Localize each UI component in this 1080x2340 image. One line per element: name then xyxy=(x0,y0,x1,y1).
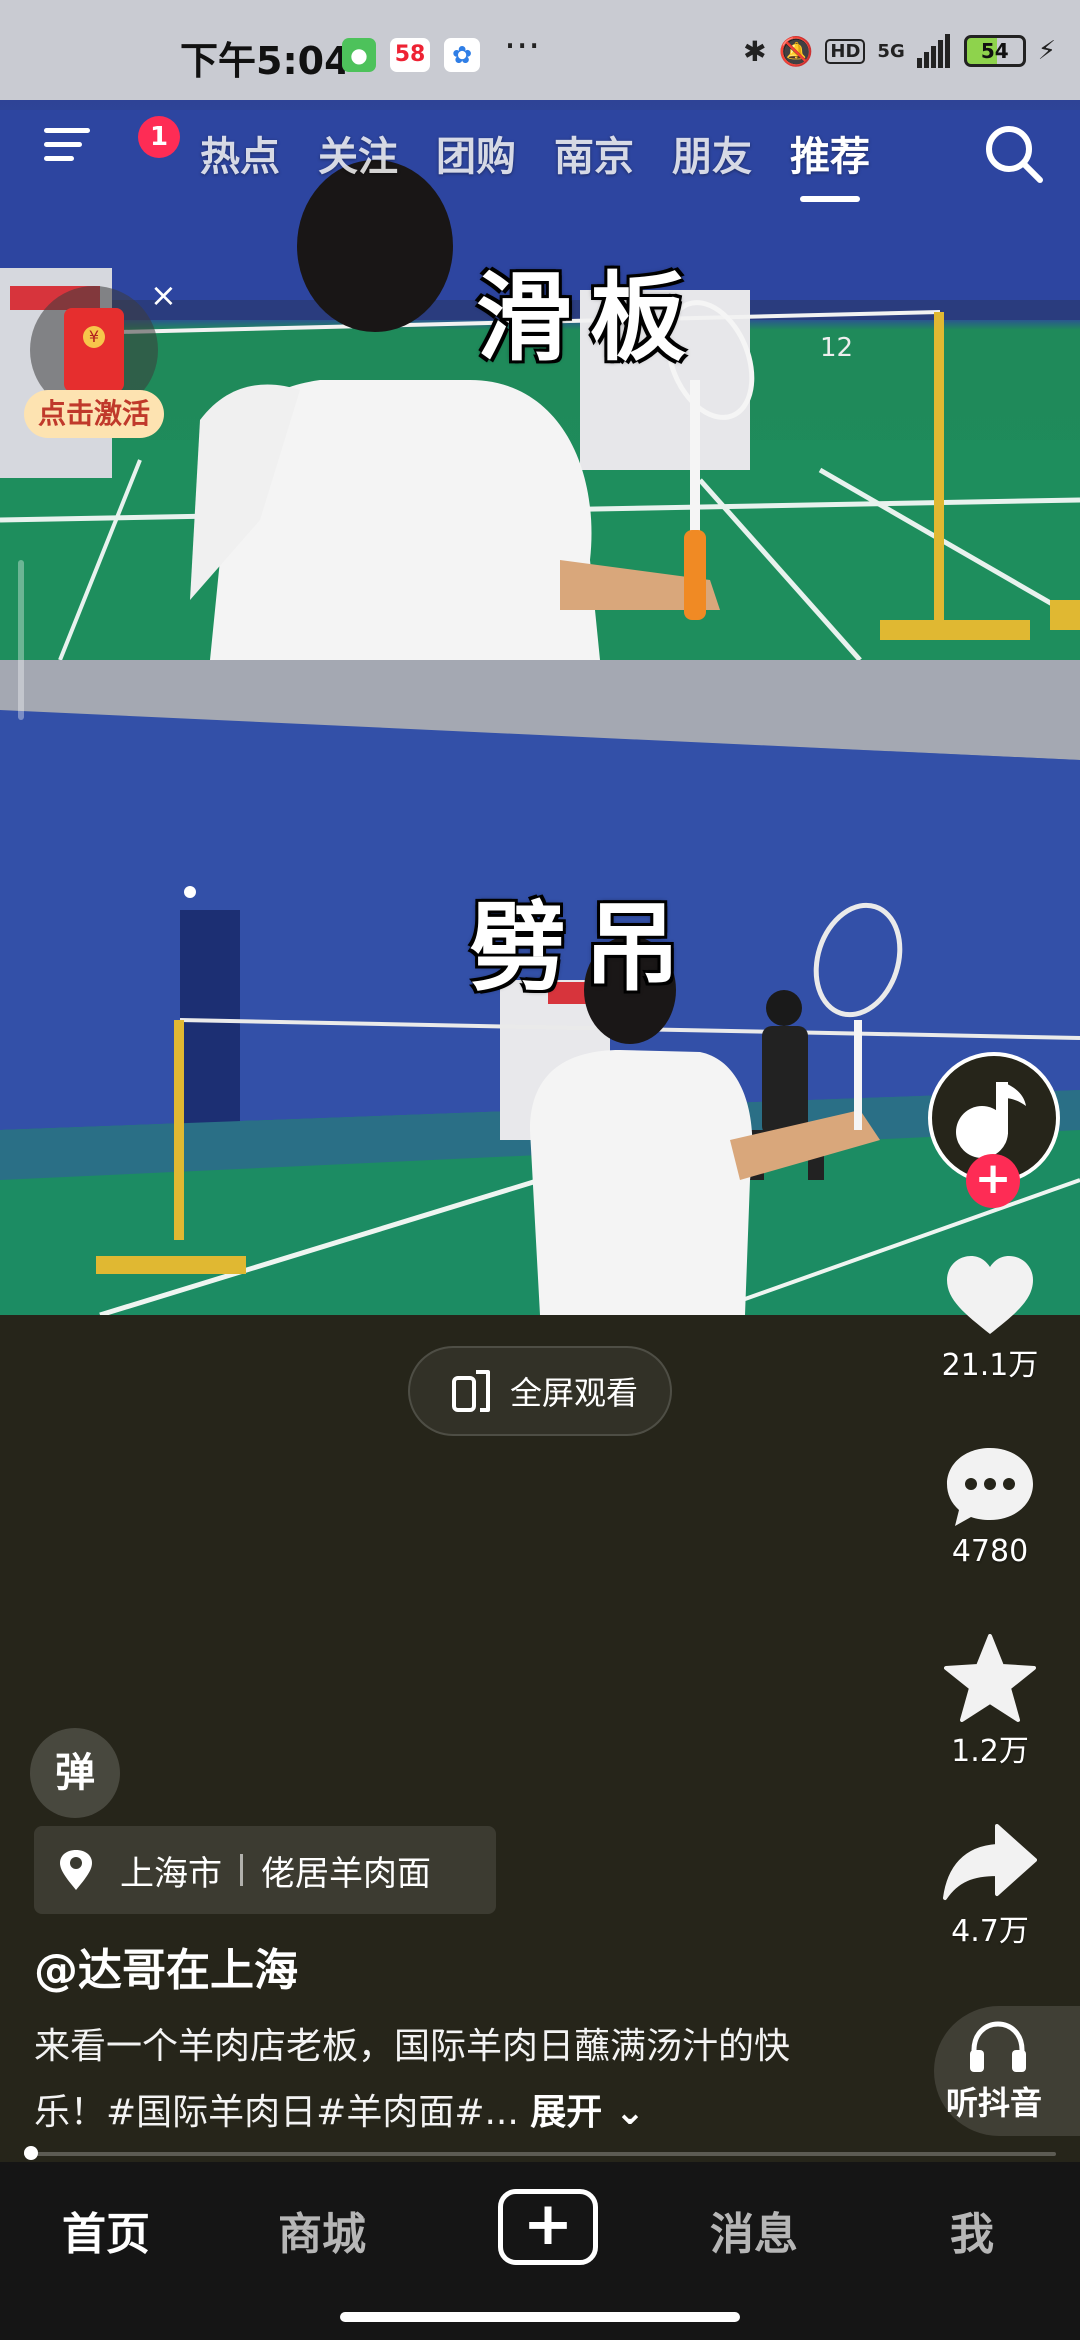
video-progress-bar[interactable] xyxy=(24,2152,1056,2156)
search-icon[interactable] xyxy=(980,120,1048,188)
top-nav: 1 热点 关注 团购 南京 朋友 推荐 xyxy=(0,110,1080,202)
favorite-group[interactable]: 1.2万 xyxy=(920,1634,1060,1770)
location-pin-icon xyxy=(60,1850,92,1890)
feed-tabs: 热点 关注 团购 南京 朋友 推荐 xyxy=(200,124,870,202)
comment-count: 4780 xyxy=(951,1534,1029,1569)
nav-me[interactable]: 我 xyxy=(950,2198,994,2262)
fullscreen-button[interactable]: 全屏观看 xyxy=(408,1346,672,1436)
status-bar: 下午5:04 ● 58 ✿ ··· ✱ 🔕 HD 5G 54 ⚡ xyxy=(0,0,1080,100)
nav-messages[interactable]: 消息 xyxy=(710,2198,798,2262)
svg-text:12: 12 xyxy=(820,333,853,363)
hd-icon: HD xyxy=(825,38,866,64)
description-text: 来看一个羊肉店老板，国际羊肉日蘸满汤汁的快乐！#国际羊肉日#羊肉面#... xyxy=(34,2026,791,2133)
rotate-screen-icon xyxy=(452,1370,490,1412)
fullscreen-label: 全屏观看 xyxy=(510,1374,639,1412)
menu-badge: 1 xyxy=(138,116,180,158)
red-packet-label[interactable]: 点击激活 xyxy=(24,390,164,438)
nav-home[interactable]: 首页 xyxy=(62,2198,150,2262)
location-tag[interactable]: 上海市 佬居羊肉面 xyxy=(34,1826,496,1914)
menu-button[interactable]: 1 xyxy=(44,116,180,178)
location-city: 上海市 xyxy=(120,1853,222,1894)
video-progress-handle[interactable] xyxy=(24,2146,38,2160)
cloud-app-icon: ✿ xyxy=(444,38,480,72)
bluetooth-icon: ✱ xyxy=(743,34,767,68)
expand-button[interactable]: 展开 ⌄ xyxy=(530,2092,645,2133)
video-caption-top: 滑板 xyxy=(476,261,704,374)
create-post-button[interactable]: + xyxy=(498,2189,598,2265)
more-notifications-icon: ··· xyxy=(504,24,541,68)
expand-label: 展开 xyxy=(530,2092,603,2133)
video-description: 来看一个羊肉店老板，国际羊肉日蘸满汤汁的快乐！#国际羊肉日#羊肉面#... 展开… xyxy=(34,2014,854,2146)
signal-icon xyxy=(916,34,952,68)
share-count: 4.7万 xyxy=(951,1914,1029,1949)
heart-icon[interactable] xyxy=(945,1254,1035,1336)
location-divider xyxy=(240,1854,243,1886)
comment-icon[interactable] xyxy=(945,1446,1035,1530)
danmu-toggle-button[interactable]: 弹 xyxy=(30,1728,120,1818)
status-time: 下午5:04 xyxy=(180,39,351,83)
tab-nanjing[interactable]: 南京 xyxy=(554,124,634,182)
network-type: 5G xyxy=(877,40,905,62)
red-packet-widget[interactable]: 点击激活 × xyxy=(24,276,177,446)
mute-bell-icon: 🔕 xyxy=(778,34,814,68)
location-place: 佬居羊肉面 xyxy=(261,1853,431,1894)
tab-following[interactable]: 关注 xyxy=(318,124,398,182)
home-indicator[interactable] xyxy=(340,2312,740,2322)
star-icon[interactable] xyxy=(944,1634,1036,1722)
nav-mall[interactable]: 商城 xyxy=(278,2198,366,2262)
app-58-icon: 58 xyxy=(390,38,430,72)
chevron-down-icon: ⌄ xyxy=(602,2092,645,2133)
wechat-notification-icon: ● xyxy=(342,38,376,72)
share-arrow-icon[interactable] xyxy=(943,1822,1037,1902)
tab-hot[interactable]: 热点 xyxy=(200,124,280,182)
like-group[interactable]: 21.1万 xyxy=(920,1254,1060,1384)
listen-label[interactable]: 听抖音 xyxy=(946,2078,1042,2124)
battery-icon: 54 xyxy=(963,35,1026,67)
tab-recommend[interactable]: 推荐 xyxy=(790,124,870,202)
red-envelope-icon xyxy=(64,308,124,392)
status-right: ✱ 🔕 HD 5G 54 ⚡ xyxy=(743,30,1056,72)
comment-group[interactable]: 4780 xyxy=(920,1446,1060,1569)
author-name[interactable]: @达哥在上海 xyxy=(34,1934,298,1998)
video-frame-bottom: 劈吊 xyxy=(0,660,1080,1315)
charging-icon: ⚡ xyxy=(1037,36,1056,66)
app-root: 12 滑板 劈吊 下午5:04 ● 58 ✿ ··· ✱ 🔕 HD 5G 54 … xyxy=(0,0,1080,2340)
side-scroll-indicator xyxy=(18,560,24,720)
close-icon[interactable]: × xyxy=(150,276,177,314)
favorite-count: 1.2万 xyxy=(951,1734,1029,1769)
like-count: 21.1万 xyxy=(941,1348,1039,1383)
tab-friends[interactable]: 朋友 xyxy=(672,124,752,182)
follow-button[interactable]: + xyxy=(966,1154,1020,1208)
video-caption-bottom: 劈吊 xyxy=(470,891,698,1004)
tab-group-buy[interactable]: 团购 xyxy=(436,124,516,182)
headphones-icon xyxy=(970,2021,1026,2072)
share-group[interactable]: 4.7万 xyxy=(920,1822,1060,1950)
